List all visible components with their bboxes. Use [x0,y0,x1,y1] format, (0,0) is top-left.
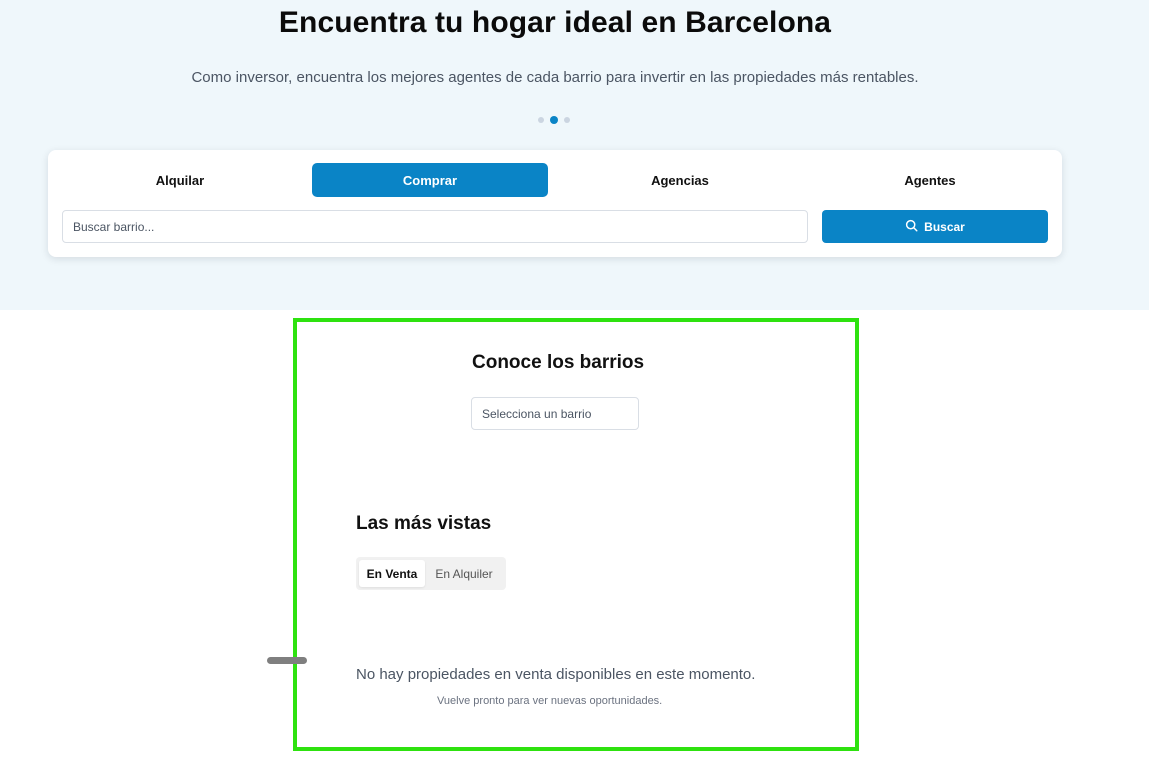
hero-title: Encuentra tu hogar ideal en Barcelona [278,6,832,39]
carousel-dot[interactable] [538,117,544,123]
toggle-en-alquiler[interactable]: En Alquiler [428,560,500,587]
tab-comprar[interactable]: Comprar [312,163,548,197]
tab-alquilar[interactable]: Alquilar [62,163,298,197]
tab-agentes[interactable]: Agentes [812,163,1048,197]
carousel-dot[interactable] [564,117,570,123]
toggle-en-venta[interactable]: En Venta [359,560,425,587]
search-card: Alquilar Comprar Agencias Agentes Buscar [48,150,1062,257]
empty-state-message: No hay propiedades en venta disponibles … [356,666,756,683]
barrio-select[interactable]: Selecciona un barrio [471,397,639,430]
search-input[interactable] [62,210,808,243]
carousel-dots [538,116,570,124]
search-button-label: Buscar [924,219,965,234]
search-icon [905,219,918,235]
hero-subtitle: Como inversor, encuentra los mejores age… [191,69,919,86]
hero-section: Encuentra tu hogar ideal en Barcelona Co… [0,0,1149,310]
search-button[interactable]: Buscar [822,210,1048,243]
empty-state-subtext: Vuelve pronto para ver nuevas oportunida… [437,695,663,707]
tab-agencias[interactable]: Agencias [562,163,798,197]
barrio-select-placeholder: Selecciona un barrio [482,406,592,421]
drag-handle[interactable] [267,657,307,664]
most-viewed-title: Las más vistas [356,513,492,534]
listing-type-toggle: En Venta En Alquiler [356,557,506,590]
barrios-title: Conoce los barrios [472,352,645,373]
carousel-dot-active[interactable] [550,116,558,124]
